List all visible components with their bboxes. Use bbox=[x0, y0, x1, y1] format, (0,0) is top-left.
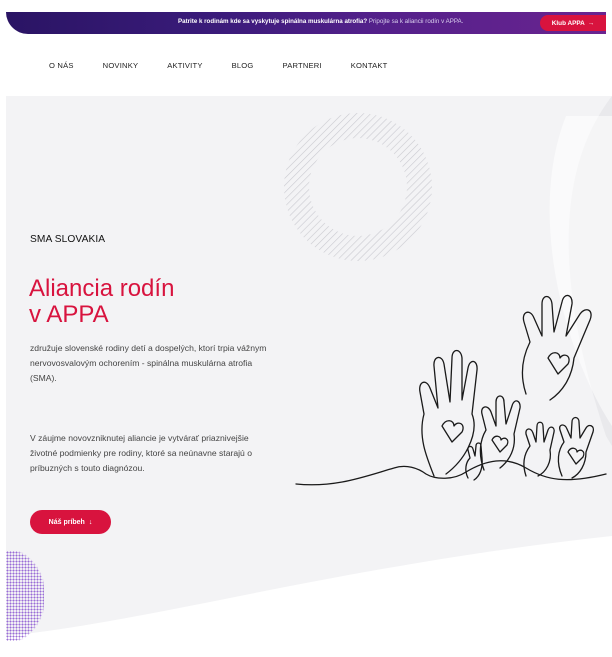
nav-item-o-nas[interactable]: O NÁS bbox=[49, 61, 74, 70]
right-small-heart bbox=[567, 447, 585, 465]
klub-appa-button[interactable]: Klub APPA → bbox=[540, 15, 606, 31]
nav-item-aktivity[interactable]: AKTIVITY bbox=[167, 61, 202, 70]
left-hand bbox=[419, 349, 478, 477]
klub-appa-label: Klub APPA bbox=[551, 19, 585, 27]
top-right-heart bbox=[547, 352, 570, 375]
announcement-rest: Pripojte sa k aliancii rodín v APPA. bbox=[368, 18, 464, 25]
announcement-bold: Patrite k rodinám kde sa vyskytuje spiná… bbox=[178, 18, 368, 25]
top-right-hand bbox=[521, 294, 592, 401]
nav-item-kontakt[interactable]: KONTAKT bbox=[351, 61, 388, 70]
announcement-text: Patrite k rodinám kde sa vyskytuje spiná… bbox=[178, 18, 463, 25]
small-hand bbox=[523, 421, 555, 477]
middle-heart bbox=[491, 435, 509, 453]
hands-illustration bbox=[295, 294, 607, 486]
announcement-banner: Patrite k rodinám kde sa vyskytuje spiná… bbox=[6, 12, 606, 34]
nav-item-blog[interactable]: BLOG bbox=[232, 61, 254, 70]
nav-item-partneri[interactable]: PARTNERI bbox=[283, 61, 322, 70]
middle-hand bbox=[479, 395, 521, 471]
nav-item-novinky[interactable]: NOVINKY bbox=[103, 61, 139, 70]
right-small-hand bbox=[557, 416, 595, 479]
hero-section: SMA SLOVAKIA Aliancia rodín v APPA združ… bbox=[6, 96, 612, 657]
flowing-line bbox=[295, 460, 607, 486]
arrow-right-icon: → bbox=[587, 19, 595, 27]
left-heart bbox=[441, 420, 464, 443]
main-nav: O NÁS NOVINKY AKTIVITY BLOG PARTNERI KON… bbox=[49, 61, 388, 70]
